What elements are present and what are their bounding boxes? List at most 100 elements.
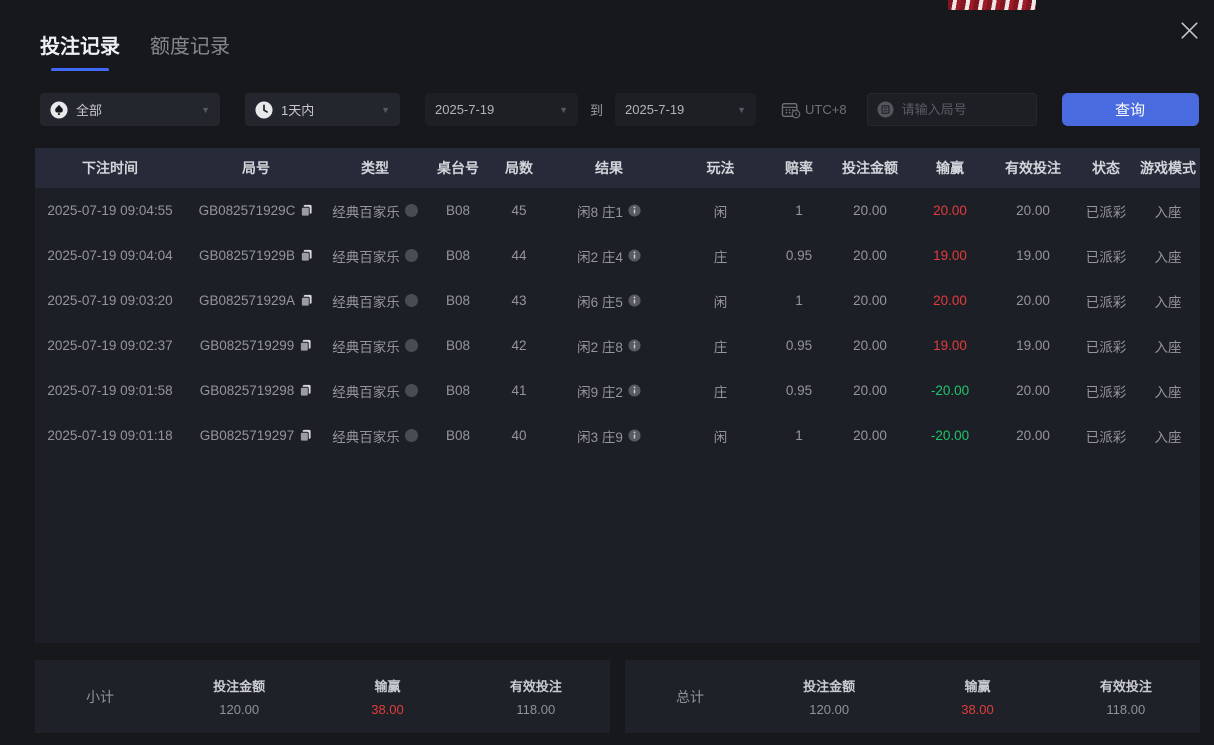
time-range-dropdown[interactable]: 1天内 ▼ <box>245 93 400 126</box>
date-to-dropdown[interactable]: 2025-7-19 ▼ <box>615 93 757 126</box>
valid-bet-label: 有效投注 <box>1099 679 1152 694</box>
copy-icon[interactable] <box>300 294 313 307</box>
bet-time-cell: 2025-07-19 09:04:04 <box>47 248 173 263</box>
total-win-loss: 输赢 38.00 <box>903 676 1051 717</box>
game-type-value: 经典百家乐 <box>332 384 400 400</box>
info-icon[interactable] <box>628 429 641 442</box>
win-loss-label: 输赢 <box>964 679 991 694</box>
bet-amount-cell: 20.00 <box>853 338 887 353</box>
info-icon[interactable] <box>628 294 641 307</box>
table-header-row: 下注时间 局号 类型 桌台号 局数 结果 玩法 赔率 投注金额 输赢 有效投注 状态 游戏模式 <box>35 148 1200 188</box>
odds-cell: 0.95 <box>785 383 813 398</box>
copy-icon[interactable] <box>300 204 313 217</box>
game-type-cell: 经典百家乐 <box>327 336 423 356</box>
query-button[interactable]: 查询 <box>1061 93 1199 126</box>
result-value: 闲2 庄8 <box>577 339 623 355</box>
column-header: 局数 <box>505 160 533 176</box>
game-preview-icon[interactable] <box>404 294 418 307</box>
game-type-cell: 经典百家乐 <box>327 201 423 221</box>
clock-icon <box>255 100 273 119</box>
game-type-dropdown[interactable]: 全部 ▼ <box>40 93 220 126</box>
table-row: 2025-07-19 09:01:58 GB0825719298 经典百家乐 B… <box>35 368 1200 413</box>
round-number-cell: 44 <box>511 248 527 263</box>
win-loss-cell: 19.00 <box>933 248 967 263</box>
chevron-down-icon: ▼ <box>201 104 210 115</box>
total-bet-amount: 投注金额 120.00 <box>755 676 903 717</box>
play-cell: 庄 <box>713 249 728 265</box>
result-value: 闲8 庄1 <box>577 204 623 220</box>
valid-bet-value: 118.00 <box>1106 702 1146 717</box>
info-icon[interactable] <box>628 204 641 217</box>
table-row: 2025-07-19 09:01:18 GB0825719297 经典百家乐 B… <box>35 413 1200 458</box>
table-row: 2025-07-19 09:04:04 GB082571929B 经典百家乐 B… <box>35 233 1200 278</box>
result-value: 闲9 庄2 <box>577 384 623 400</box>
game-preview-icon[interactable] <box>404 204 418 217</box>
game-preview-icon[interactable] <box>404 429 418 442</box>
round-id-value: GB082571929A <box>198 293 296 308</box>
close-button[interactable] <box>1172 16 1206 50</box>
win-loss-label: 输赢 <box>374 679 401 694</box>
copy-icon[interactable] <box>299 339 312 352</box>
column-header: 赔率 <box>785 160 813 176</box>
round-id-cell: GB082571929C <box>185 203 327 218</box>
copy-icon[interactable] <box>300 249 313 262</box>
round-id-value: GB0825719299 <box>199 338 295 353</box>
chevron-down-icon: ▼ <box>737 104 747 115</box>
win-loss-cell: -20.00 <box>930 428 970 443</box>
game-preview-icon[interactable] <box>404 249 418 262</box>
game-type-value: 经典百家乐 <box>332 204 400 220</box>
bet-amount-value: 120.00 <box>219 702 260 717</box>
column-header: 投注金额 <box>842 160 898 176</box>
copy-icon[interactable] <box>299 384 312 397</box>
round-id-cell: GB0825719299 <box>185 338 327 353</box>
date-from-value: 2025-7-19 <box>435 102 495 117</box>
bet-amount-label: 投注金额 <box>213 679 266 694</box>
status-cell: 已派彩 <box>1085 204 1127 220</box>
table-row: 2025-07-19 09:04:55 GB082571929C 经典百家乐 B… <box>35 188 1200 233</box>
game-mode-cell: 入座 <box>1154 429 1182 445</box>
tab-quota-records[interactable]: 额度记录 <box>150 30 230 59</box>
bet-amount-cell: 20.00 <box>853 248 887 263</box>
subtotal-label: 小计 <box>86 688 114 705</box>
round-number-cell: 45 <box>511 203 527 218</box>
timezone-value: UTC+8 <box>805 102 847 117</box>
play-cell: 庄 <box>713 384 728 400</box>
round-number-icon <box>877 101 894 123</box>
column-header: 游戏模式 <box>1140 160 1196 176</box>
bet-amount-cell: 20.00 <box>853 203 887 218</box>
date-to-value: 2025-7-19 <box>625 102 685 117</box>
info-icon[interactable] <box>628 339 641 352</box>
date-from-dropdown[interactable]: 2025-7-19 ▼ <box>425 93 578 126</box>
result-value: 闲3 庄9 <box>577 429 623 445</box>
game-type-value: 经典百家乐 <box>332 339 400 355</box>
result-value: 闲2 庄4 <box>577 249 623 265</box>
odds-cell: 0.95 <box>785 338 813 353</box>
bet-records-table: 下注时间 局号 类型 桌台号 局数 结果 玩法 赔率 投注金额 输赢 有效投注 状态 游戏模式 2025… <box>35 148 1200 643</box>
round-input-wrap <box>866 93 1037 126</box>
subtotal-panel: 小计 投注金额 120.00 输赢 38.00 有效投注 118.00 <box>35 660 610 733</box>
round-id-cell: GB0825719298 <box>185 383 327 398</box>
valid-bet-cell: 19.00 <box>1016 338 1050 353</box>
play-cell: 闲 <box>713 204 728 220</box>
game-preview-icon[interactable] <box>404 339 418 352</box>
chevron-down-icon: ▼ <box>381 104 390 115</box>
column-header: 玩法 <box>706 160 735 176</box>
bet-amount-cell: 20.00 <box>853 383 887 398</box>
copy-icon[interactable] <box>299 429 312 442</box>
table-number-cell: B08 <box>445 383 471 398</box>
column-header: 局号 <box>242 160 270 176</box>
status-cell: 已派彩 <box>1085 294 1127 310</box>
game-preview-icon[interactable] <box>404 384 418 397</box>
tab-bet-records[interactable]: 投注记录 <box>40 30 120 71</box>
valid-bet-cell: 19.00 <box>1016 248 1050 263</box>
table-body: 2025-07-19 09:04:55 GB082571929C 经典百家乐 B… <box>35 188 1200 458</box>
result-value: 闲6 庄5 <box>577 294 623 310</box>
round-id-cell: GB082571929A <box>185 293 327 308</box>
info-icon[interactable] <box>628 249 641 262</box>
info-icon[interactable] <box>628 384 641 397</box>
play-cell: 闲 <box>713 429 728 445</box>
close-icon <box>1177 18 1202 48</box>
bet-time-cell: 2025-07-19 09:03:20 <box>47 293 173 308</box>
round-number-cell: 42 <box>511 338 527 353</box>
column-header: 下注时间 <box>82 160 138 176</box>
